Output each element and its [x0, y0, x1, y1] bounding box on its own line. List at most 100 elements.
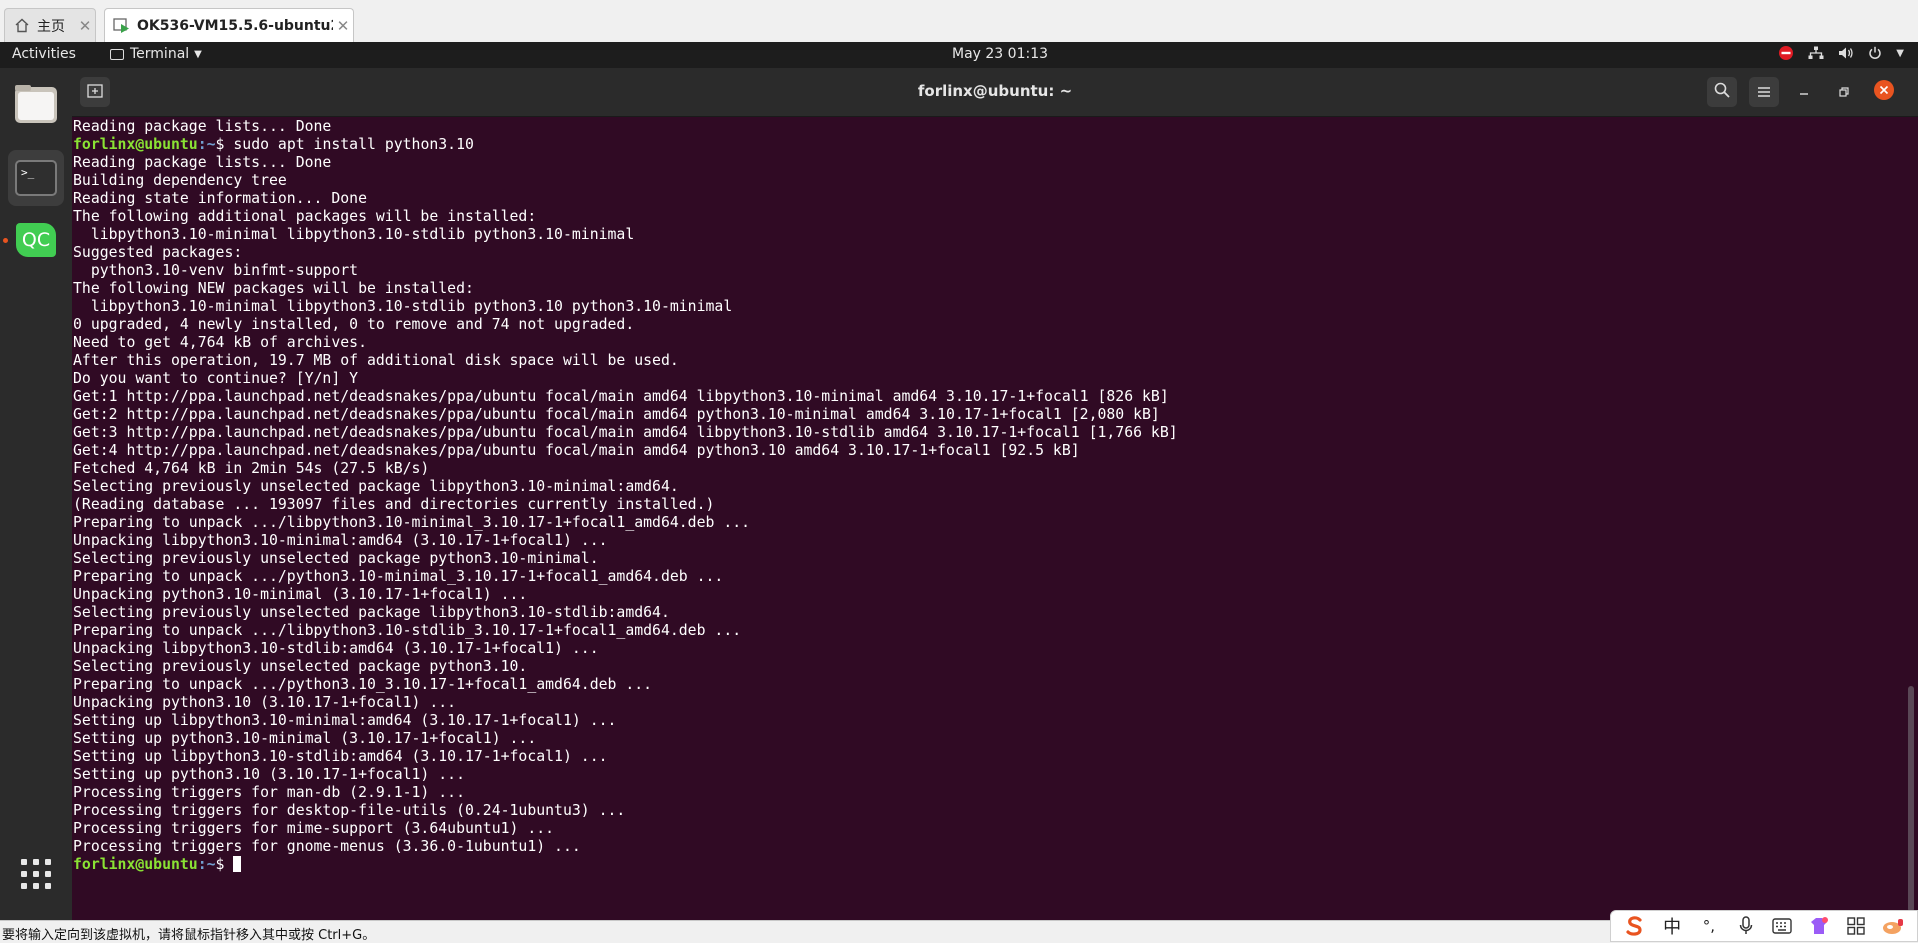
output-line: Selecting previously unselected package …: [73, 658, 1903, 676]
ime-toolbar: 中 °,: [1610, 910, 1918, 942]
output-text: Selecting previously unselected package …: [73, 658, 528, 675]
scrollbar-thumb[interactable]: [1908, 686, 1914, 912]
output-line: Do you want to continue? [Y/n] Y: [73, 370, 1903, 388]
prompt-user: forlinx@ubuntu: [73, 856, 198, 873]
punctuation-toggle[interactable]: °,: [1695, 917, 1723, 935]
output-line: Preparing to unpack .../python3.10_3.10.…: [73, 676, 1903, 694]
output-text: Suggested packages:: [73, 244, 243, 261]
output-line: Processing triggers for mime-support (3.…: [73, 820, 1903, 838]
prompt-line: forlinx@ubuntu:~$: [73, 856, 1903, 874]
search-button[interactable]: [1707, 77, 1737, 107]
qt-creator-icon: QC: [16, 223, 56, 257]
output-text: Processing triggers for gnome-menus (3.3…: [73, 838, 581, 855]
text-cursor: [233, 856, 242, 872]
toolbox-grid-icon[interactable]: [1842, 917, 1870, 935]
close-button[interactable]: [1869, 77, 1899, 107]
show-applications-icon: [19, 857, 53, 895]
output-line: libpython3.10-minimal libpython3.10-stdl…: [73, 226, 1903, 244]
output-line: After this operation, 19.7 MB of additio…: [73, 352, 1903, 370]
output-text: python3.10-venv binfmt-support: [73, 262, 359, 279]
microphone-icon[interactable]: [1732, 916, 1760, 936]
close-icon[interactable]: ✕: [333, 17, 353, 35]
tab-home[interactable]: 主页 ✕: [4, 8, 96, 42]
prompt-path: :~: [197, 136, 216, 153]
tab-label: OK536-VM15.5.6-ubuntu20.04: [137, 17, 333, 34]
output-line: Suggested packages:: [73, 244, 1903, 262]
output-line: 0 upgraded, 4 newly installed, 0 to remo…: [73, 316, 1903, 334]
search-icon: [1714, 82, 1730, 102]
chevron-down-icon[interactable]: ▼: [1896, 48, 1904, 59]
output-line: The following additional packages will b…: [73, 208, 1903, 226]
output-text: Preparing to unpack .../python3.10_3.10.…: [73, 676, 653, 693]
output-text: Unpacking python3.10 (3.10.17-1+focal1) …: [73, 694, 457, 711]
files-icon: [14, 84, 58, 128]
output-line: Processing triggers for desktop-file-uti…: [73, 802, 1903, 820]
chevron-down-icon: ▼: [194, 48, 202, 60]
close-icon[interactable]: ✕: [75, 17, 95, 35]
output-line: Unpacking libpython3.10-minimal:amd64 (3…: [73, 532, 1903, 550]
do-not-disturb-icon[interactable]: [1778, 45, 1794, 61]
output-line: Reading state information... Done: [73, 190, 1903, 208]
output-text: Preparing to unpack .../python3.10-minim…: [73, 568, 724, 585]
gnome-top-bar: Activities Terminal ▼ May 23 01:13 ▼: [0, 42, 1918, 68]
output-line: Setting up libpython3.10-minimal:amd64 (…: [73, 712, 1903, 730]
output-line: (Reading database ... 193097 files and d…: [73, 496, 1903, 514]
window-title: forlinx@ubuntu: ~: [917, 82, 1073, 100]
mascot-icon[interactable]: [1879, 917, 1907, 935]
restore-icon: [1838, 83, 1850, 102]
output-text: Selecting previously unselected package …: [73, 550, 599, 567]
output-line: Setting up libpython3.10-stdlib:amd64 (3…: [73, 748, 1903, 766]
output-text: Do you want to continue? [Y/n] Y: [73, 370, 359, 387]
output-text: Selecting previously unselected package …: [73, 604, 670, 621]
new-tab-button[interactable]: [80, 77, 110, 107]
output-text: 0 upgraded, 4 newly installed, 0 to remo…: [73, 316, 635, 333]
menu-button[interactable]: [1749, 77, 1779, 107]
dock-files[interactable]: [8, 78, 64, 134]
app-menu-button[interactable]: Terminal ▼: [110, 46, 202, 62]
output-text: libpython3.10-minimal libpython3.10-stdl…: [73, 298, 733, 315]
output-text: Reading state information... Done: [73, 190, 367, 207]
dock-qt-creator[interactable]: QC: [8, 212, 64, 268]
terminal-header-bar: forlinx@ubuntu: ~: [72, 68, 1918, 117]
show-applications-button[interactable]: [8, 848, 64, 904]
terminal-output[interactable]: Reading package lists... Done forlinx@ubu…: [73, 118, 1903, 918]
output-line: Fetched 4,764 kB in 2min 54s (27.5 kB/s): [73, 460, 1903, 478]
output-text: Preparing to unpack .../libpython3.10-st…: [73, 622, 742, 639]
dock-terminal[interactable]: >_: [8, 150, 64, 206]
output-text: Processing triggers for desktop-file-uti…: [73, 802, 626, 819]
terminal-icon: >_: [15, 160, 57, 196]
output-line: Processing triggers for man-db (2.9.1-1)…: [73, 784, 1903, 802]
app-menu-label: Terminal: [130, 46, 190, 62]
tab-vm[interactable]: OK536-VM15.5.6-ubuntu20.04 ✕: [104, 8, 354, 42]
output-text: The following additional packages will b…: [73, 208, 537, 225]
output-line: python3.10-venv binfmt-support: [73, 262, 1903, 280]
output-line: Processing triggers for gnome-menus (3.3…: [73, 838, 1903, 856]
minimize-icon: [1798, 83, 1810, 102]
close-icon: [1874, 80, 1894, 104]
output-line: Selecting previously unselected package …: [73, 550, 1903, 568]
output-text: Unpacking python3.10-minimal (3.10.17-1+…: [73, 586, 528, 603]
power-icon[interactable]: [1868, 46, 1882, 60]
output-line: Need to get 4,764 kB of archives.: [73, 334, 1903, 352]
vm-icon: [113, 17, 131, 34]
host-tab-bar: 主页 ✕ OK536-VM15.5.6-ubuntu20.04 ✕: [0, 0, 1918, 43]
output-text: Unpacking libpython3.10-minimal:amd64 (3…: [73, 532, 608, 549]
minimize-button[interactable]: [1789, 77, 1819, 107]
skin-icon[interactable]: [1805, 916, 1833, 936]
output-line: Reading package lists... Done: [73, 118, 1903, 136]
output-text: Processing triggers for man-db (2.9.1-1)…: [73, 784, 465, 801]
output-text: Setting up libpython3.10-minimal:amd64 (…: [73, 712, 617, 729]
activities-button[interactable]: Activities: [12, 46, 76, 62]
system-tray[interactable]: ▼: [1778, 45, 1904, 61]
sogou-logo-icon[interactable]: [1621, 915, 1649, 937]
keyboard-icon[interactable]: [1768, 918, 1796, 934]
volume-icon[interactable]: [1838, 46, 1854, 60]
restore-button[interactable]: [1829, 77, 1859, 107]
output-text: Get:4 http://ppa.launchpad.net/deadsnake…: [73, 442, 1080, 459]
network-icon[interactable]: [1808, 46, 1824, 60]
ime-mode-toggle[interactable]: 中: [1658, 913, 1686, 939]
clock[interactable]: May 23 01:13: [952, 46, 1048, 62]
output-text: Need to get 4,764 kB of archives.: [73, 334, 367, 351]
output-line: Unpacking python3.10 (3.10.17-1+focal1) …: [73, 694, 1903, 712]
output-text: Fetched 4,764 kB in 2min 54s (27.5 kB/s): [73, 460, 430, 477]
